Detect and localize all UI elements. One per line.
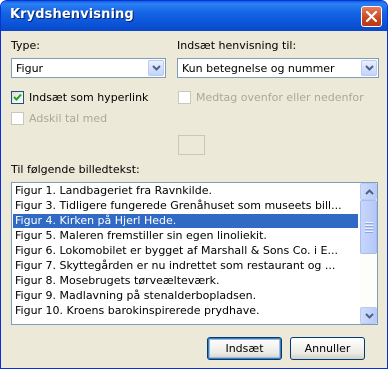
hyperlink-label[interactable]: Indsæt som hyperlink — [29, 91, 148, 104]
cross-reference-dialog: Krydshenvisning Type: Figur Indsæt henvi… — [0, 0, 388, 369]
separate-numbers-checkbox[interactable] — [11, 112, 24, 125]
chevron-down-icon — [152, 65, 161, 71]
close-icon — [366, 11, 377, 22]
list-item[interactable]: Figur 7. Skyttegården er nu indrettet so… — [13, 259, 358, 273]
list-item-selected[interactable]: Figur 4. Kirken på Hjerl Hede. — [13, 214, 358, 228]
separate-numbers-label: Adskil tal med — [29, 112, 108, 125]
caption-listbox[interactable]: Figur 1. Landbageriet fra Ravnkilde. Fig… — [11, 182, 378, 325]
grip-line — [365, 228, 373, 230]
scroll-thumb[interactable] — [360, 200, 377, 254]
caption-list-label: Til følgende billedtekst: — [11, 163, 140, 176]
scroll-down-button[interactable] — [360, 307, 377, 324]
above-below-checkbox[interactable] — [178, 91, 191, 104]
dialog-title: Krydshenvisning — [10, 7, 134, 22]
type-value: Figur — [16, 62, 44, 75]
chevron-up-icon — [365, 189, 374, 195]
chevron-down-icon — [365, 65, 374, 71]
list-item[interactable]: Figur 6. Lokomobilet er bygget af Marsha… — [13, 244, 358, 258]
chevron-down-icon — [365, 313, 374, 319]
grip-line — [365, 231, 373, 233]
separator-field[interactable] — [178, 135, 205, 155]
close-button[interactable] — [361, 6, 382, 27]
grip-line — [365, 225, 373, 227]
list-scrollbar[interactable] — [360, 183, 377, 324]
reference-dropdown[interactable]: Kun betegnelse og nummer — [177, 58, 379, 78]
list-item[interactable]: Figur 5. Maleren fremstiller sin egen li… — [13, 229, 358, 243]
type-dropdown[interactable]: Figur — [11, 58, 166, 78]
insert-button[interactable]: Indsæt — [207, 337, 282, 360]
reference-label: Indsæt henvisning til: — [177, 39, 297, 52]
list-item[interactable]: Figur 10. Kroens barokinspirerede prydha… — [13, 304, 358, 318]
checkmark-icon — [13, 93, 22, 101]
list-item[interactable]: Figur 3. Tidligere fungerede Grenåhuset … — [13, 199, 358, 213]
above-below-label: Medtag ovenfor eller nedenfor — [196, 91, 364, 104]
reference-value: Kun betegnelse og nummer — [182, 62, 335, 75]
grip-line — [365, 222, 373, 224]
list-item[interactable]: Figur 9. Madlavning på stenalderbopladse… — [13, 289, 358, 303]
list-item[interactable]: Figur 1. Landbageriet fra Ravnkilde. — [13, 184, 358, 198]
list-item[interactable]: Figur 8. Mosebrugets tørveælteværk. — [13, 274, 358, 288]
hyperlink-checkbox[interactable] — [11, 91, 24, 104]
cancel-button[interactable]: Annuller — [290, 337, 365, 360]
scroll-up-button[interactable] — [360, 183, 377, 200]
type-label: Type: — [11, 39, 40, 52]
title-bar[interactable]: Krydshenvisning — [1, 1, 387, 31]
dialog-body: Type: Figur Indsæt henvisning til: Kun b… — [1, 31, 387, 368]
reference-dropdown-button[interactable] — [361, 60, 377, 76]
type-dropdown-button[interactable] — [148, 60, 164, 76]
